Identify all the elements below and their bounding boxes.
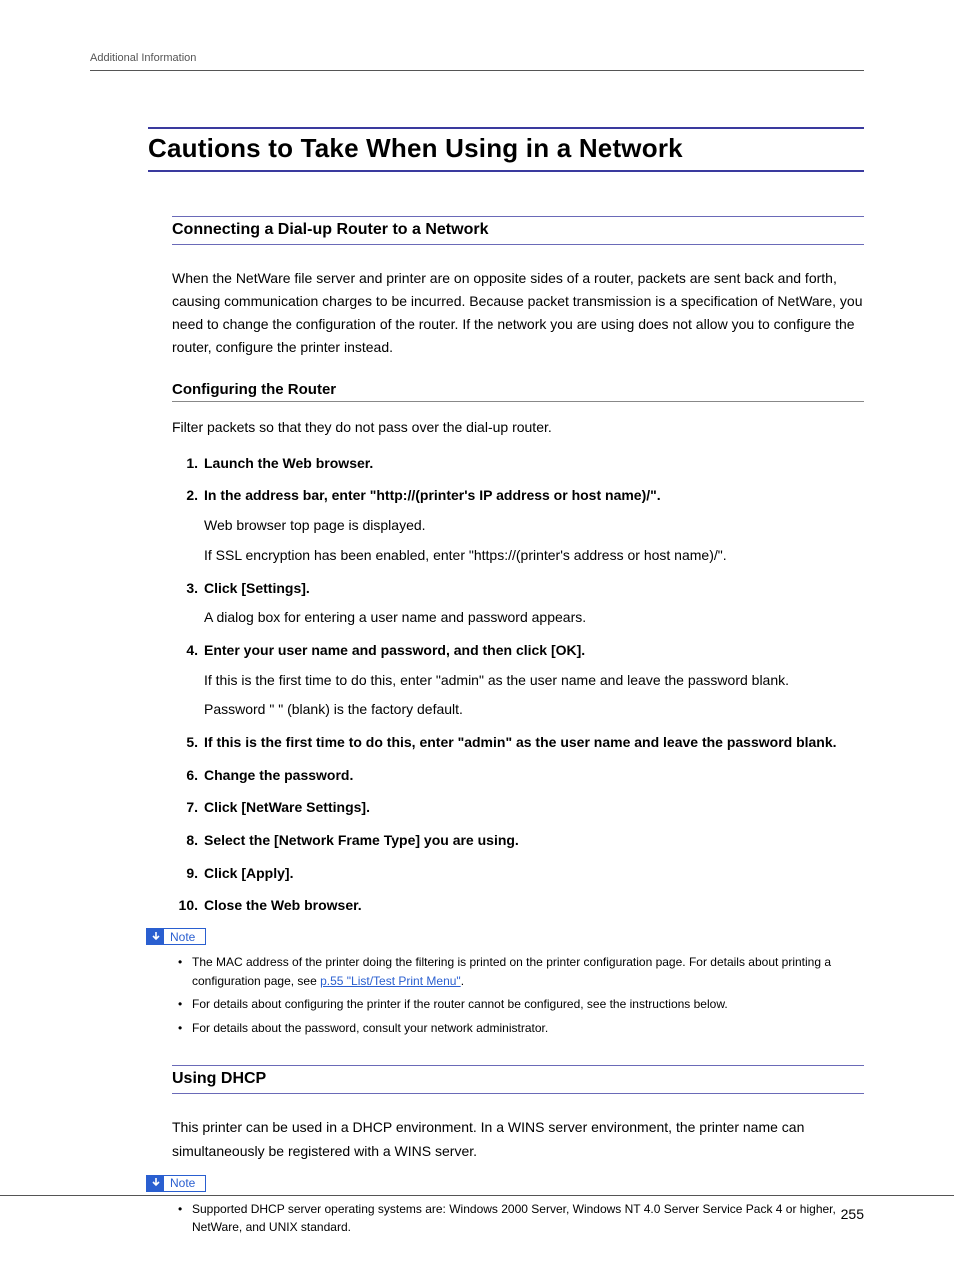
step-head: If this is the first time to do this, en…: [204, 734, 837, 750]
note-label-text: Note: [170, 1176, 195, 1190]
section-heading-wrap: Connecting a Dial-up Router to a Network: [172, 216, 864, 245]
bottom-divider: [0, 1195, 954, 1196]
note-label-text: Note: [170, 930, 195, 944]
step-sub: If SSL encryption has been enabled, ente…: [204, 545, 864, 567]
section-heading-wrap: Using DHCP: [172, 1065, 864, 1094]
steps-list: Launch the Web browser. In the address b…: [172, 453, 864, 917]
step-sub: Web browser top page is displayed.: [204, 515, 864, 537]
step-item: In the address bar, enter "http://(print…: [172, 485, 864, 566]
subsection-heading-wrap: Configuring the Router: [172, 381, 864, 402]
step-head: Change the password.: [204, 767, 353, 783]
subsection-intro: Filter packets so that they do not pass …: [172, 416, 864, 438]
step-head: In the address bar, enter "http://(print…: [204, 487, 661, 503]
note-item: Supported DHCP server operating systems …: [192, 1200, 864, 1237]
note-label: Note: [146, 928, 206, 945]
step-head: Click [Settings].: [204, 580, 310, 596]
step-item: Change the password.: [172, 765, 864, 787]
section1-paragraph: When the NetWare file server and printer…: [172, 267, 864, 359]
note-list-1: The MAC address of the printer doing the…: [172, 953, 864, 1037]
step-head: Click [Apply].: [204, 865, 293, 881]
step-head: Close the Web browser.: [204, 897, 362, 913]
note-item: For details about the password, consult …: [192, 1019, 864, 1038]
note-text-pre: The MAC address of the printer doing the…: [192, 955, 831, 988]
step-item: Select the [Network Frame Type] you are …: [172, 830, 864, 852]
step-sub: Password " " (blank) is the factory defa…: [204, 699, 864, 721]
step-head: Select the [Network Frame Type] you are …: [204, 832, 519, 848]
page-title-wrap: Cautions to Take When Using in a Network: [148, 127, 864, 172]
step-item: Close the Web browser.: [172, 895, 864, 917]
subsection-heading-router: Configuring the Router: [172, 381, 864, 398]
note-label: Note: [146, 1175, 206, 1192]
step-head: Launch the Web browser.: [204, 455, 373, 471]
arrow-down-icon: [147, 928, 164, 945]
section-heading-dialup: Connecting a Dial-up Router to a Network: [172, 221, 864, 239]
note-list-2: Supported DHCP server operating systems …: [172, 1200, 864, 1237]
step-sub: A dialog box for entering a user name an…: [204, 607, 864, 629]
section2-paragraph: This printer can be used in a DHCP envir…: [172, 1116, 864, 1162]
step-head: Click [NetWare Settings].: [204, 799, 370, 815]
step-item: Click [Apply].: [172, 863, 864, 885]
step-item: Click [NetWare Settings].: [172, 797, 864, 819]
note-item: The MAC address of the printer doing the…: [192, 953, 864, 990]
arrow-down-icon: [147, 1175, 164, 1192]
top-divider: [90, 70, 864, 71]
step-head: Enter your user name and password, and t…: [204, 642, 585, 658]
note-item: For details about configuring the printe…: [192, 995, 864, 1014]
page-number: 255: [841, 1206, 864, 1222]
section-heading-dhcp: Using DHCP: [172, 1070, 864, 1088]
document-page: Additional Information Cautions to Take …: [0, 0, 954, 1270]
note-text-post: .: [461, 974, 464, 988]
step-item: Click [Settings]. A dialog box for enter…: [172, 578, 864, 629]
step-sub: If this is the first time to do this, en…: [204, 670, 864, 692]
header-breadcrumb: Additional Information: [90, 52, 864, 64]
page-title: Cautions to Take When Using in a Network: [148, 133, 864, 164]
step-item: If this is the first time to do this, en…: [172, 732, 864, 754]
cross-reference-link[interactable]: p.55 "List/Test Print Menu": [320, 974, 461, 988]
step-item: Launch the Web browser.: [172, 453, 864, 475]
step-item: Enter your user name and password, and t…: [172, 640, 864, 721]
